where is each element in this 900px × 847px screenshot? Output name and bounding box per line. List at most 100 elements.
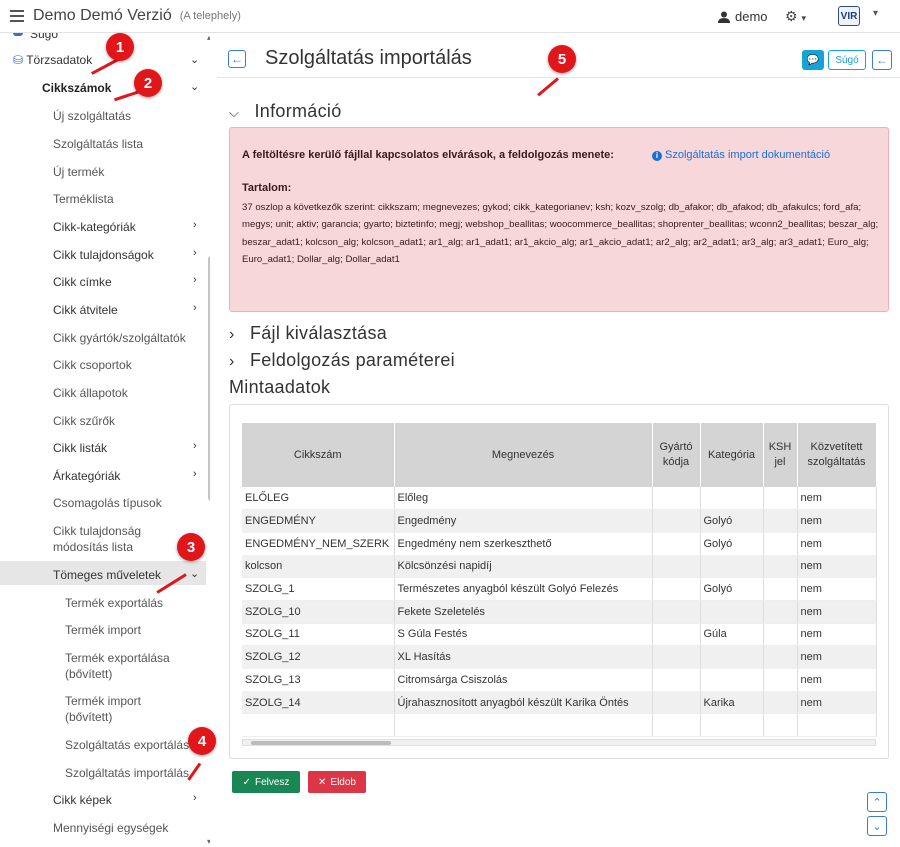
sidebar-item-product-import[interactable]: Termék import <box>65 623 141 637</box>
chevron-down-icon[interactable]: ⌄ <box>190 53 199 66</box>
sidebar-item-product-export-ext-2[interactable]: (bővített) <box>65 667 112 681</box>
sidebar-item-new-product[interactable]: Új termék <box>53 165 104 179</box>
table-row[interactable]: SZOLG_10 Fekete Szeletelés nem <box>242 600 877 624</box>
chevron-right-icon[interactable]: › <box>193 468 197 480</box>
scroll-bottom-button[interactable]: ⌄ <box>867 816 887 836</box>
sidebar-item-master-data[interactable]: ⛁ Törzsadatok <box>13 53 92 67</box>
user-menu[interactable]: demo <box>718 9 768 24</box>
sidebar-item-transfer[interactable]: Cikk átvitele <box>53 303 118 317</box>
chat-button[interactable]: 💬 <box>802 50 824 70</box>
table-row[interactable]: ELŐLEG Előleg nem <box>242 487 877 511</box>
doc-link[interactable]: i Szolgáltatás import dokumentáció <box>652 149 830 161</box>
sidebar-item-manufacturers[interactable]: Cikk gyártók/szolgáltatók <box>53 331 186 345</box>
chevron-right-icon[interactable]: › <box>193 219 197 231</box>
table-row[interactable]: SZOLG_1 Természetes anyagból készült Goly… <box>242 577 877 601</box>
chevron-down-icon[interactable]: ⌄ <box>190 80 199 93</box>
table-row[interactable]: SZOLG_11 S Gúla Festés Gúla nem <box>242 623 877 647</box>
sidebar-item-product-import-ext-2[interactable]: (bővített) <box>65 710 112 724</box>
discard-button[interactable]: ✕ Eldob <box>308 771 366 793</box>
col-header[interactable]: Közvetített szolgáltatás <box>797 423 877 487</box>
sidebar-item-service-import[interactable]: Szolgáltatás importálás <box>65 766 189 780</box>
table-cell: Gúla <box>700 623 764 647</box>
menu-icon[interactable] <box>10 10 24 22</box>
col-header[interactable]: Gyártó kódja <box>652 423 701 487</box>
sidebar-item-states[interactable]: Cikk állapotok <box>53 386 128 400</box>
sidebar-item-product-export[interactable]: Termék exportálás <box>65 596 163 610</box>
table-row[interactable]: SZOLG_12 XL Hasítás nem <box>242 645 877 669</box>
user-icon <box>718 11 730 23</box>
chevron-right-icon[interactable]: › <box>193 274 197 286</box>
chevron-right-icon[interactable]: › <box>193 792 197 804</box>
sidebar-item-product-import-ext[interactable]: Termék import <box>65 694 141 708</box>
sample-table-panel: Cikkszám Megnevezés Gyártó kódja Kategór… <box>229 404 889 759</box>
table-cell: kolcson <box>242 555 395 579</box>
table-header-row: Cikkszám Megnevezés Gyártó kódja Kategór… <box>242 423 877 487</box>
table-cell <box>242 713 395 738</box>
sidebar-item-categories[interactable]: Cikk-kategóriák <box>53 220 136 234</box>
file-section-toggle[interactable]: › Fájl kiválasztása <box>229 323 387 344</box>
scroll-up-icon[interactable]: ▴ <box>207 33 210 42</box>
sidebar-item-property-change-list[interactable]: Cikk tulajdonság <box>53 524 141 538</box>
settings-gear-icon[interactable]: ⚙ ▾ <box>785 8 806 25</box>
table-cell <box>763 668 798 692</box>
sidebar-item-product-export-ext[interactable]: Termék exportálása <box>65 651 170 665</box>
sidebar-item-filters[interactable]: Cikk szűrők <box>53 414 115 428</box>
table-cell: Újrahasznosított anyagból készült Karika… <box>394 691 653 715</box>
chevron-down-icon[interactable]: ⌄ <box>190 567 199 580</box>
table-cell: nem <box>797 509 877 533</box>
table-cell <box>763 600 798 624</box>
col-header[interactable]: Cikkszám <box>242 423 395 487</box>
table-cell: SZOLG_12 <box>242 645 395 669</box>
table-cell <box>763 645 798 669</box>
chevron-right-icon[interactable]: › <box>193 440 197 452</box>
back-button[interactable]: ← <box>228 50 246 68</box>
sidebar-item-units[interactable]: Mennyiségi egységek <box>53 821 168 835</box>
chevron-right-icon[interactable]: › <box>193 302 197 314</box>
sidebar-item-item-numbers[interactable]: Cikkszámok <box>42 81 111 95</box>
col-header[interactable]: Kategória <box>700 423 764 487</box>
info-section-toggle[interactable]: ⌵ Információ <box>229 101 342 122</box>
sidebar-item-new-service[interactable]: Új szolgáltatás <box>53 109 131 123</box>
col-header[interactable]: KSH jel <box>763 423 798 487</box>
table-row[interactable]: ENGEDMÉNY_NEM_SZERK Engedmény nem szerkes… <box>242 532 877 556</box>
return-button[interactable]: ← <box>872 50 892 70</box>
sidebar-item-service-export[interactable]: Szolgáltatás exportálás <box>65 738 189 752</box>
sidebar-item-service-list[interactable]: Szolgáltatás lista <box>53 137 143 151</box>
scroll-down-icon[interactable]: ▾ <box>207 837 210 846</box>
info-requirements: A feltöltésre kerülő fájllal kapcsolatos… <box>242 149 614 161</box>
table-cell <box>763 691 798 715</box>
params-section-toggle[interactable]: › Feldolgozás paraméterei <box>229 350 455 371</box>
sidebar-item-labels[interactable]: Cikk címke <box>53 275 112 289</box>
table-cell <box>763 487 798 511</box>
table-cell: Fekete Szeletelés <box>394 600 653 624</box>
sidebar-item-property-change-list-2[interactable]: módosítás lista <box>53 540 133 554</box>
scrollbar-thumb[interactable] <box>251 741 391 745</box>
sidebar-item-price-categories[interactable]: Árkategóriák <box>53 469 120 483</box>
table-cell: Előleg <box>394 487 653 511</box>
chevron-up-icon: ⌃ <box>872 796 882 809</box>
chevron-down-icon[interactable]: ▾ <box>873 8 878 19</box>
add-button[interactable]: ✓ Felvesz <box>232 771 300 793</box>
sidebar-item-packaging[interactable]: Csomagolás típusok <box>53 496 162 510</box>
table-row[interactable]: SZOLG_14 Újrahasznosított anyagból készül… <box>242 691 877 715</box>
sidebar-item-images[interactable]: Cikk képek <box>53 793 112 807</box>
sidebar-item-bulk-operations[interactable]: Tömeges műveletek <box>53 568 161 582</box>
table-horizontal-scrollbar[interactable] <box>242 739 876 746</box>
table-cell <box>763 509 798 533</box>
sidebar-item-properties[interactable]: Cikk tulajdonságok <box>53 248 154 262</box>
sidebar-scrollbar[interactable] <box>208 256 210 501</box>
sidebar-item-product-list[interactable]: Terméklista <box>53 192 114 206</box>
sidebar-item-help[interactable]: Súgó <box>30 33 58 41</box>
help-button[interactable]: Súgó <box>828 50 866 70</box>
table-row[interactable]: SZOLG_13 Citromsárga Csiszolás nem <box>242 668 877 692</box>
table-row[interactable]: ENGEDMÉNY Engedmény Golyó nem <box>242 509 877 533</box>
table-row[interactable]: kolcson Kölcsönzési napidíj nem <box>242 555 877 579</box>
chevron-right-icon: › <box>229 326 235 343</box>
sidebar-item-groups[interactable]: Cikk csoportok <box>53 358 132 372</box>
chevron-right-icon[interactable]: › <box>193 247 197 259</box>
table-cell: SZOLG_1 <box>242 577 395 601</box>
scroll-top-button[interactable]: ⌃ <box>867 792 887 812</box>
col-header[interactable]: Megnevezés <box>394 423 653 487</box>
sidebar-item-lists[interactable]: Cikk listák <box>53 441 107 455</box>
table-cell <box>652 577 701 601</box>
